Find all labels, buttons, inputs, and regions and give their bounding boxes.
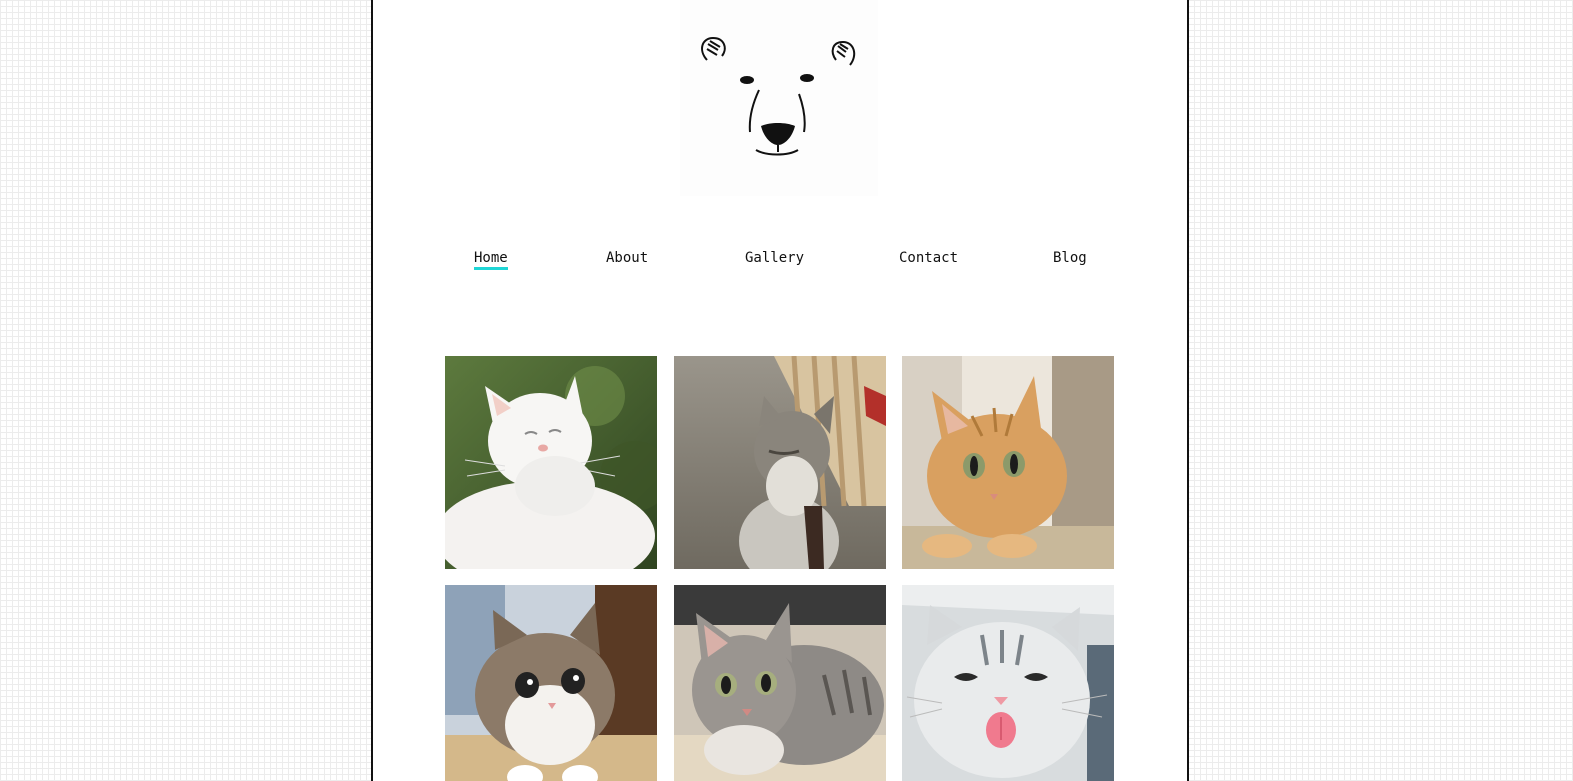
silver-cat-tongue-photo (902, 585, 1114, 781)
page-container: Home About Gallery Contact Blog (371, 0, 1189, 781)
grey-kitten-photo (674, 356, 886, 569)
gallery-image-silver-cat[interactable] (902, 585, 1114, 781)
gallery-image-tabby-white-cat[interactable] (445, 585, 657, 781)
nav-blog-link[interactable]: Blog (1053, 248, 1087, 268)
main-nav: Home About Gallery Contact Blog (373, 248, 1187, 274)
gallery-image-orange-tabby[interactable] (902, 356, 1114, 569)
grey-tabby-cat-photo (674, 585, 886, 781)
gallery-image-grey-kitten[interactable] (674, 356, 886, 569)
gallery-image-grey-tabby-cat[interactable] (674, 585, 886, 781)
nav-home-link[interactable]: Home (474, 248, 508, 270)
nav-gallery-link[interactable]: Gallery (745, 248, 804, 268)
white-cat-photo (445, 356, 657, 569)
nav-about-link[interactable]: About (606, 248, 648, 268)
orange-tabby-photo (902, 356, 1114, 569)
tabby-white-cat-photo (445, 585, 657, 781)
gallery-image-white-cat[interactable] (445, 356, 657, 569)
logo[interactable] (680, 0, 878, 196)
polar-bear-face-icon (701, 36, 856, 156)
nav-contact-link[interactable]: Contact (899, 248, 958, 268)
